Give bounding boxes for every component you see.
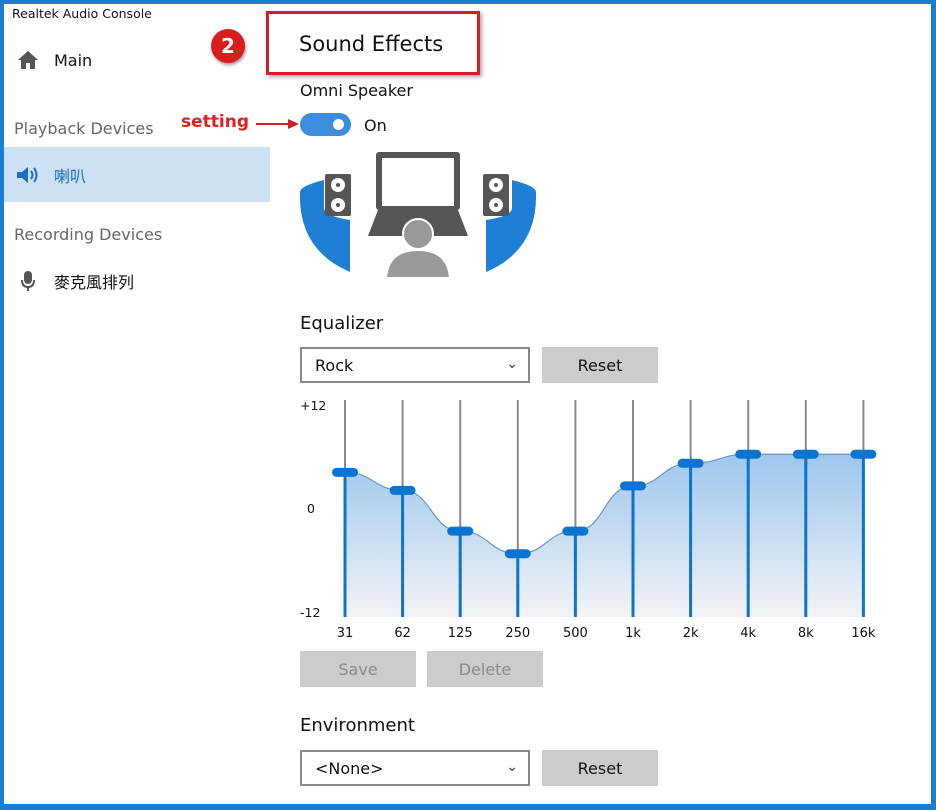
x-tick-label: 250 — [505, 626, 531, 641]
x-tick-label: 16k — [851, 626, 876, 641]
slider-thumb[interactable] — [389, 485, 416, 495]
x-tick-label: 4k — [740, 626, 757, 641]
slider-thumb[interactable] — [620, 481, 646, 491]
slider-thumb[interactable] — [735, 449, 762, 459]
x-tick-label: 31 — [336, 626, 354, 641]
x-tick-label: 62 — [394, 626, 411, 641]
environment-reset-button[interactable]: Reset — [542, 750, 658, 786]
equalizer-chart — [332, 400, 877, 617]
eq-curve-area — [345, 454, 864, 617]
dropdown-value: <None> — [315, 758, 384, 778]
slider-thumb[interactable] — [677, 458, 704, 468]
save-button[interactable]: Save — [300, 651, 416, 687]
slider-thumb[interactable] — [447, 526, 474, 536]
environment-dropdown[interactable]: <None> ⌄ — [300, 750, 530, 786]
slider-thumb[interactable] — [792, 449, 819, 459]
x-tick-label: 125 — [447, 626, 473, 641]
x-tick-label: 8k — [797, 626, 814, 641]
delete-button[interactable]: Delete — [427, 651, 543, 687]
slider-thumb[interactable] — [850, 449, 877, 459]
environment-label: Environment — [300, 715, 415, 736]
slider-thumb[interactable] — [562, 526, 589, 536]
x-tick-label: 1k — [625, 626, 641, 641]
x-tick-label: 500 — [562, 626, 588, 641]
slider-thumb[interactable] — [504, 549, 531, 559]
x-tick-label: 2k — [682, 626, 699, 641]
slider-thumb[interactable] — [332, 467, 358, 477]
chevron-down-icon: ⌄ — [506, 759, 518, 775]
